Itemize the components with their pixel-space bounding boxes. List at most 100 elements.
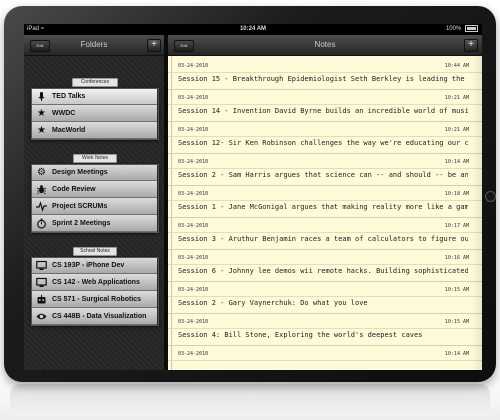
- note-title: Session 6 - Johnny lee demos wii remote …: [178, 267, 468, 275]
- status-battery: 100%: [446, 24, 478, 35]
- note-row[interactable]: 03-24-2010 10:15 AM Session 2 - Gary Vay…: [168, 282, 482, 314]
- star-icon: ★: [37, 108, 46, 119]
- notes-navbar: Edit Notes +: [168, 35, 482, 56]
- folder-cs-571[interactable]: CS 571 - Surgical Robotics: [31, 291, 157, 308]
- folder-label: CS 142 - Web Applications: [52, 279, 140, 286]
- note-row[interactable]: 03-24-2010 10:17 AM Session 3 - Aruthur …: [168, 218, 482, 250]
- note-time: 10:14 AM: [444, 351, 469, 357]
- note-title: Session 12- Sir Ken Robinson challenges …: [178, 139, 468, 147]
- ruled-line: [168, 168, 482, 169]
- note-title: Session 14 - Invention David Byrne build…: [178, 107, 468, 115]
- note-row[interactable]: 03-24-2010 10:14 AM Session 2 - Sam Harr…: [168, 154, 482, 186]
- ipad-device: iPad ≈ 10:24 AM 100% Edit Folders + Conf…: [4, 6, 496, 382]
- note-row[interactable]: 03-24-2010 10:16 AM Session 6 - Johnny l…: [168, 250, 482, 282]
- stopwatch-icon: [36, 218, 47, 229]
- note-time: 10:21 AM: [444, 127, 469, 133]
- note-date: 03-24-2010: [178, 191, 209, 197]
- note-row[interactable]: 03-24-2010 10:21 AM Session 12- Sir Ken …: [168, 122, 482, 154]
- note-time: 10:21 AM: [444, 95, 469, 101]
- note-row[interactable]: 03-24-2010 10:14 AM: [168, 346, 482, 370]
- folder-ted-talks[interactable]: TED Talks: [31, 88, 157, 105]
- note-title: Session 2 - Sam Harris argues that scien…: [178, 171, 468, 179]
- folder-sprint-2-meetings[interactable]: Sprint 2 Meetings: [31, 215, 157, 232]
- status-bar: iPad ≈ 10:24 AM 100%: [24, 24, 482, 35]
- note-time: 10:15 AM: [444, 287, 469, 293]
- note-time: 10:14 AM: [444, 159, 469, 165]
- add-folder-button[interactable]: +: [147, 39, 161, 52]
- note-title: Session 3 - Aruthur Benjamin races a tea…: [178, 235, 468, 243]
- note-time: 10:44 AM: [444, 63, 469, 69]
- note-date: 03-24-2010: [178, 159, 209, 165]
- folder-label: Design Meetings: [52, 169, 108, 176]
- note-date: 03-24-2010: [178, 351, 209, 357]
- monitor-icon: [36, 260, 47, 271]
- note-time: 10:18 AM: [444, 191, 469, 197]
- gear-icon: ⚙: [37, 167, 46, 178]
- folder-label: WWDC: [52, 110, 76, 117]
- note-title: Session 4: Bill Stone, Exploring the wor…: [178, 331, 423, 339]
- folder-code-review[interactable]: Code Review: [31, 181, 157, 198]
- ruled-line: [168, 72, 482, 73]
- note-time: 10:16 AM: [444, 255, 469, 261]
- screen: iPad ≈ 10:24 AM 100% Edit Folders + Conf…: [24, 24, 482, 370]
- monitor-icon: [36, 277, 47, 288]
- note-row[interactable]: 03-24-2010 10:15 AM Session 4: Bill Ston…: [168, 314, 482, 346]
- folder-label: CS 193P - iPhone Dev: [52, 262, 125, 269]
- robot-icon: [36, 294, 47, 305]
- ruled-line: [168, 328, 482, 329]
- eye-icon: [36, 311, 47, 322]
- folder-project-scrums[interactable]: Project SCRUMs: [31, 198, 157, 215]
- ruled-line: [168, 136, 482, 137]
- note-date: 03-24-2010: [178, 127, 209, 133]
- folder-label: CS 448B - Data Visualization: [52, 313, 147, 320]
- note-title: Session 2 - Gary Vaynerchuk: Do what you…: [178, 299, 368, 307]
- folder-cs-193p[interactable]: CS 193P - iPhone Dev: [31, 257, 157, 274]
- star-icon: ★: [37, 125, 46, 136]
- device-reflection: [10, 384, 490, 414]
- folder-macworld[interactable]: ★ MacWorld: [31, 122, 157, 139]
- note-title: Session 15 - Breakthrough Epidemiologist…: [178, 75, 468, 83]
- pulse-icon: [36, 201, 47, 212]
- section-header-conferences: Conferences: [72, 78, 118, 87]
- folder-design-meetings[interactable]: ⚙ Design Meetings: [31, 164, 157, 181]
- status-time: 10:24 AM: [239, 26, 267, 32]
- folder-label: TED Talks: [52, 93, 86, 100]
- ruled-line: [168, 264, 482, 265]
- note-date: 03-24-2010: [178, 63, 209, 69]
- ruled-line: [168, 200, 482, 201]
- ruled-line: [168, 232, 482, 233]
- section-header-school-notes: School Notes: [73, 247, 117, 256]
- note-row[interactable]: 03-24-2010 10:18 AM Session 1 - Jane McG…: [168, 186, 482, 218]
- note-date: 03-24-2010: [178, 319, 209, 325]
- folders-navbar: Edit Folders +: [24, 35, 164, 56]
- note-time: 10:15 AM: [444, 319, 469, 325]
- note-row[interactable]: 03-24-2010 10:44 AM Session 15 - Breakth…: [168, 58, 482, 90]
- folder-wwdc[interactable]: ★ WWDC: [31, 105, 157, 122]
- note-title: Session 1 - Jane McGonigal argues that m…: [178, 203, 468, 211]
- note-date: 03-24-2010: [178, 255, 209, 261]
- folders-title: Folders: [80, 40, 108, 49]
- note-date: 03-24-2010: [178, 287, 209, 293]
- bug-icon: [36, 184, 47, 195]
- folder-cs-142[interactable]: CS 142 - Web Applications: [31, 274, 157, 291]
- note-date: 03-24-2010: [178, 95, 209, 101]
- folder-label: Project SCRUMs: [52, 203, 108, 210]
- folder-cs-448b[interactable]: CS 448B - Data Visualization: [31, 308, 157, 325]
- section-header-work-notes: Work Notes: [73, 154, 117, 163]
- notes-list[interactable]: 03-24-2010 10:44 AM Session 15 - Breakth…: [168, 56, 482, 370]
- battery-icon: [465, 24, 478, 32]
- ruled-line: [168, 104, 482, 105]
- add-note-button[interactable]: +: [464, 39, 478, 52]
- notes-pane: Edit Notes + 03-24-2010 10:44 AM Session…: [168, 35, 482, 370]
- note-date: 03-24-2010: [178, 223, 209, 229]
- microphone-icon: [36, 91, 47, 102]
- ruled-line: [168, 360, 482, 361]
- folders-pane: Edit Folders + Conferences TED Talks ★ W…: [24, 35, 168, 370]
- note-row[interactable]: 03-24-2010 10:21 AM Session 14 - Inventi…: [168, 90, 482, 122]
- folder-label: MacWorld: [52, 127, 86, 134]
- ruled-line: [168, 296, 482, 297]
- note-time: 10:17 AM: [444, 223, 469, 229]
- home-button[interactable]: [485, 191, 496, 202]
- folder-label: Sprint 2 Meetings: [52, 220, 111, 227]
- battery-percent: 100%: [445, 26, 462, 32]
